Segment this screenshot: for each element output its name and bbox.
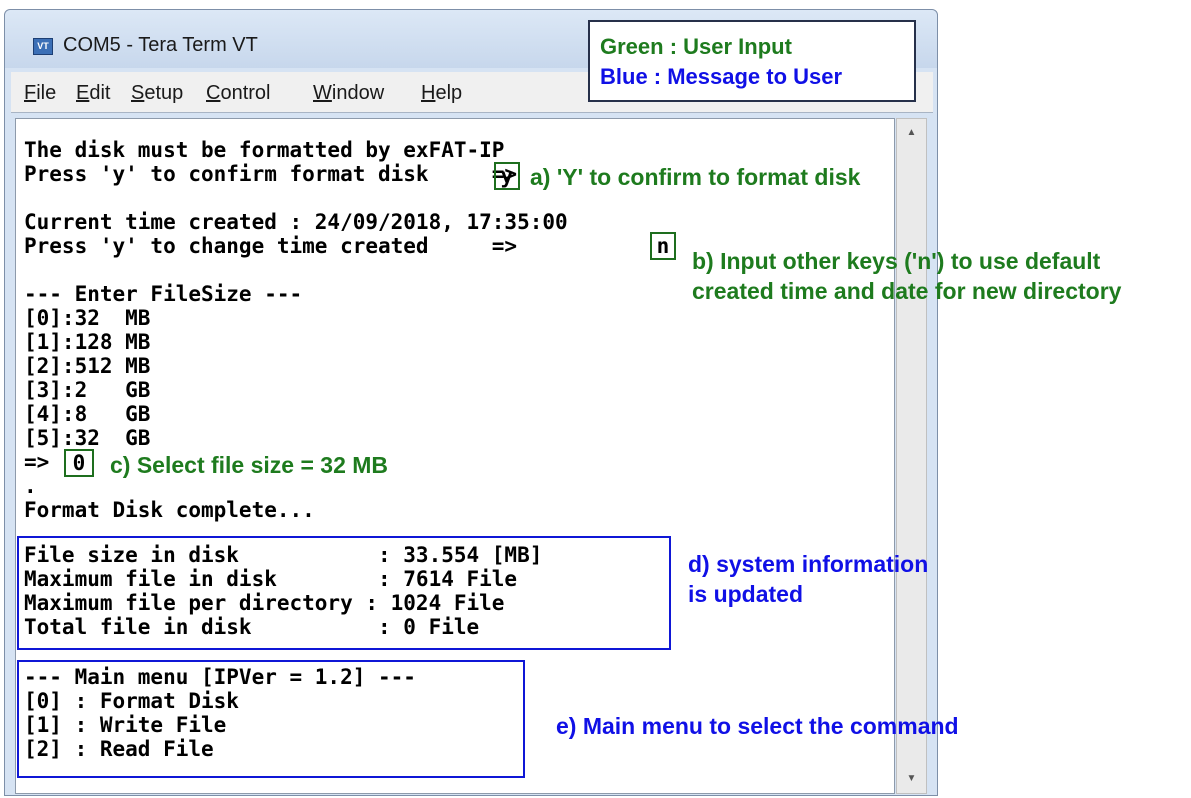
menu-control[interactable]: Control [206,82,270,105]
legend-message: Blue : Message to User [600,64,843,89]
terminal-line: [0]:32 MB [24,306,151,330]
terminal-line: The disk must be formatted by exFAT-IP [24,138,505,162]
legend-user-input: Green : User Input [600,34,792,59]
input-change-time[interactable]: n [650,232,676,260]
menu-setup[interactable]: Setup [131,82,183,105]
terminal-line: Press 'y' to change time created => [24,234,518,258]
terminal-line: => [24,450,50,474]
scroll-down-icon[interactable]: ▼ [897,765,926,793]
annotation-b-line1: b) Input other keys ('n') to use default [692,248,1101,274]
window-title: COM5 - Tera Term VT [63,34,258,56]
scroll-up-icon[interactable]: ▲ [897,119,926,147]
terminal-line: [1]:128 MB [24,330,151,354]
annotation-e: e) Main menu to select the command [556,713,959,739]
annotation-d-line2: is updated [688,581,804,607]
annotation-b-line2: created time and date for new directory [692,278,1122,304]
main-menu-box [17,660,525,778]
color-legend: Green : User Input Blue : Message to Use… [588,20,916,102]
tera-term-app-icon: VT [33,38,53,55]
menu-help[interactable]: Help [421,82,462,105]
vertical-scrollbar[interactable]: ▲ ▼ [896,118,927,794]
menu-window[interactable]: Window [313,82,384,105]
menu-edit[interactable]: Edit [76,82,110,105]
terminal-line: [3]:2 GB [24,378,151,402]
terminal-line: Current time created : 24/09/2018, 17:35… [24,210,568,234]
terminal-line: [4]:8 GB [24,402,151,426]
annotation-a: a) 'Y' to confirm to format disk [530,164,861,190]
annotation-c: c) Select file size = 32 MB [110,452,389,478]
input-file-size[interactable]: 0 [64,449,94,477]
terminal-line: . [24,474,37,498]
input-confirm-format[interactable]: y [494,162,520,190]
terminal-line: Press 'y' to confirm format disk => [24,162,518,186]
annotation-d-line1: d) system information [688,551,929,577]
system-info-box [17,536,671,650]
terminal-line: [5]:32 GB [24,426,151,450]
terminal-line: Format Disk complete... [24,498,315,522]
terminal-line: --- Enter FileSize --- [24,282,303,306]
menu-file[interactable]: File [24,82,56,105]
terminal-line: [2]:512 MB [24,354,151,378]
